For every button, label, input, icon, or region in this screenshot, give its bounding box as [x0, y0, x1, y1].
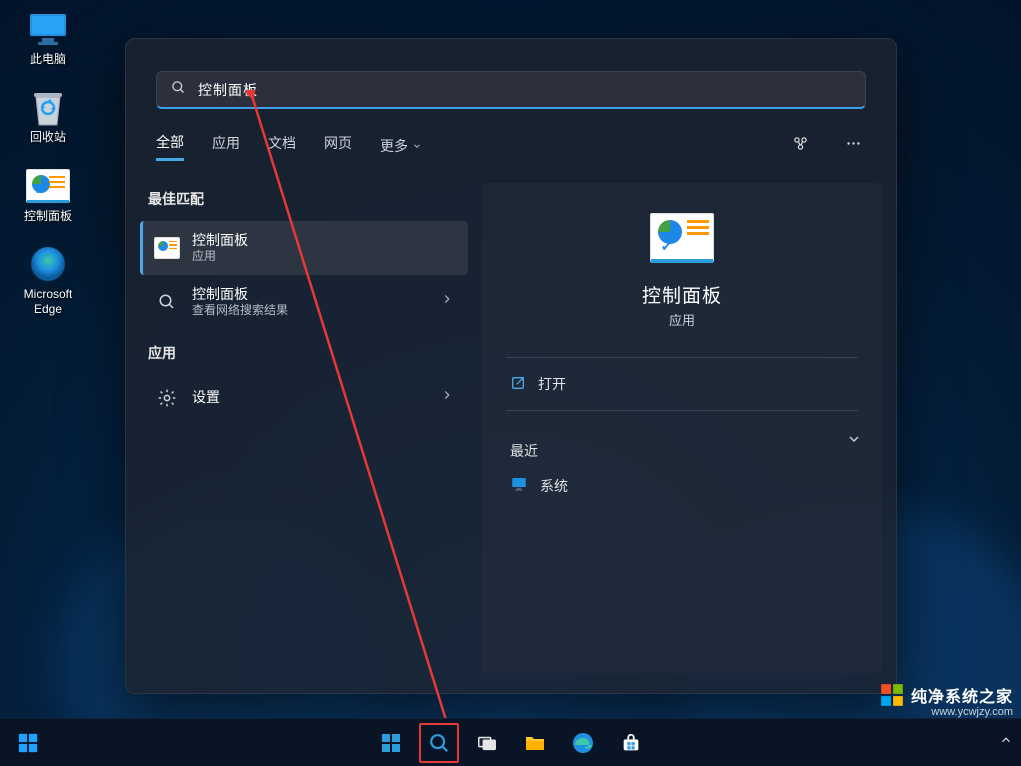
result-title: 控制面板: [192, 285, 428, 303]
best-match-header: 最佳匹配: [148, 189, 460, 209]
result-title: 控制面板: [192, 231, 454, 249]
results-column: 最佳匹配 控制面板 应用 控制面板 查看网络搜索结果: [140, 183, 468, 673]
search-query-text: 控制面板: [198, 80, 258, 100]
taskbar-store[interactable]: [611, 723, 651, 763]
ellipsis-icon[interactable]: [841, 131, 866, 161]
desktop-icon-label: 此电脑: [30, 52, 66, 66]
tab-docs[interactable]: 文档: [268, 133, 296, 159]
open-icon: [510, 375, 526, 394]
taskbar-start[interactable]: [371, 723, 411, 763]
desktop-icon-label: Microsoft Edge: [24, 287, 73, 316]
detail-subtitle: 应用: [506, 310, 858, 329]
result-best-match[interactable]: 控制面板 应用: [140, 221, 468, 275]
taskbar: [0, 718, 1021, 766]
taskbar-widgets[interactable]: [8, 723, 48, 763]
tab-all[interactable]: 全部: [156, 132, 184, 161]
watermark[interactable]: 纯净系统之家 www.ycwjzy.com: [879, 682, 1013, 718]
watermark-url: www.ycwjzy.com: [931, 706, 1013, 718]
taskbar-file-explorer[interactable]: [515, 723, 555, 763]
taskbar-tray-chevron-icon[interactable]: [999, 733, 1013, 752]
chevron-down-icon: [412, 138, 422, 154]
result-subtitle: 应用: [192, 249, 454, 265]
search-panel: 控制面板 全部 应用 文档 网页 更多 最佳匹配: [125, 38, 897, 694]
search-tabs: 全部 应用 文档 网页 更多: [126, 109, 896, 175]
search-icon: [171, 80, 186, 100]
control-panel-icon: ✔: [506, 213, 858, 263]
result-title: 设置: [192, 388, 428, 406]
recent-item-system[interactable]: 系统: [506, 461, 858, 510]
tab-more-label: 更多: [380, 136, 408, 156]
contribute-icon[interactable]: [788, 131, 813, 161]
tab-web[interactable]: 网页: [324, 133, 352, 159]
taskbar-edge[interactable]: [563, 723, 603, 763]
recent-item-label: 系统: [540, 476, 568, 496]
tab-more[interactable]: 更多: [380, 136, 422, 156]
watermark-text: 纯净系统之家: [911, 683, 1013, 707]
recycle-bin-icon: [26, 88, 70, 126]
divider: [506, 410, 858, 411]
tab-apps[interactable]: 应用: [212, 133, 240, 159]
monitor-icon: [26, 10, 70, 48]
result-settings[interactable]: 设置: [140, 375, 468, 421]
edge-icon: [26, 245, 70, 283]
desktop-icons: 此电脑 回收站 ✔ 控制面板 Microsoft Edge: [8, 10, 88, 338]
system-icon: [510, 475, 528, 496]
chevron-right-icon: [440, 292, 454, 311]
desktop-icon-control-panel[interactable]: ✔ 控制面板: [8, 167, 88, 223]
taskbar-task-view[interactable]: [467, 723, 507, 763]
desktop-icon-recycle-bin[interactable]: 回收站: [8, 88, 88, 144]
action-open[interactable]: 打开: [506, 358, 858, 410]
windows-logo-icon: [879, 682, 905, 708]
result-web-search[interactable]: 控制面板 查看网络搜索结果: [140, 275, 468, 329]
control-panel-icon: [154, 235, 180, 261]
control-panel-icon: ✔: [26, 167, 70, 205]
apps-header: 应用: [148, 343, 460, 363]
chevron-down-icon[interactable]: [846, 431, 862, 452]
recent-header: 最近: [506, 441, 858, 461]
result-subtitle: 查看网络搜索结果: [192, 303, 428, 319]
taskbar-search[interactable]: [419, 723, 459, 763]
desktop-icon-edge[interactable]: Microsoft Edge: [8, 245, 88, 316]
detail-pane: ✔ 控制面板 应用 打开 最近 系统: [482, 183, 882, 673]
desktop-icon-this-pc[interactable]: 此电脑: [8, 10, 88, 66]
gear-icon: [154, 385, 180, 411]
chevron-right-icon: [440, 388, 454, 407]
search-box[interactable]: 控制面板: [156, 71, 866, 109]
search-icon: [154, 289, 180, 315]
detail-title: 控制面板: [506, 281, 858, 308]
desktop-icon-label: 回收站: [30, 130, 66, 144]
desktop-icon-label: 控制面板: [24, 209, 72, 223]
action-open-label: 打开: [538, 374, 566, 394]
